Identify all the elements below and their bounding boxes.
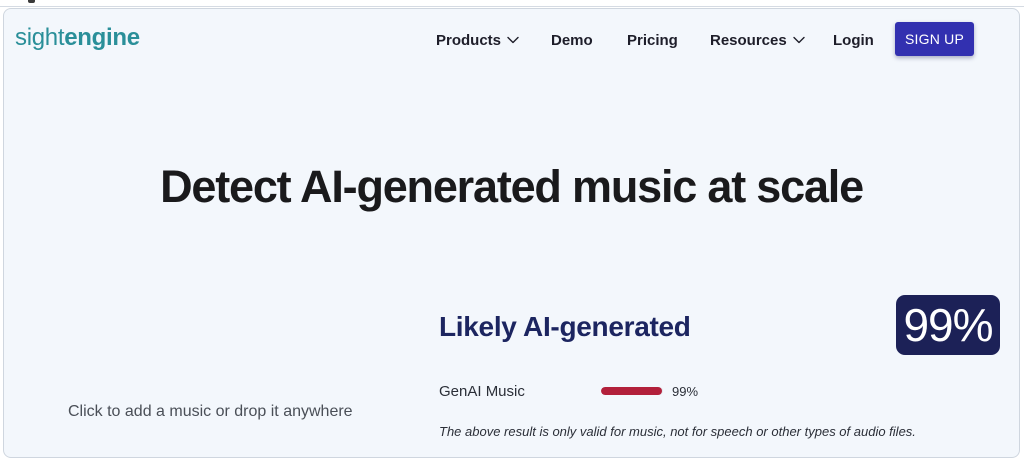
- nav-login[interactable]: Login: [833, 27, 874, 53]
- nav-pricing[interactable]: Pricing: [627, 27, 678, 53]
- sightengine-logo[interactable]: sightengine: [15, 23, 140, 53]
- nav-pricing-label: Pricing: [627, 31, 678, 49]
- tab-edge-mark: [28, 0, 35, 3]
- result-disclaimer: The above result is only valid for music…: [439, 424, 916, 439]
- chevron-down-icon: [507, 36, 519, 44]
- result-verdict: Likely AI-generated: [439, 311, 691, 342]
- page-title: Detect AI-generated music at scale: [160, 161, 864, 212]
- nav-resources-label: Resources: [710, 31, 787, 49]
- logo-text-engine: engine: [64, 24, 140, 51]
- nav-demo[interactable]: Demo: [551, 27, 593, 53]
- logo-text-sight: sight: [15, 24, 65, 51]
- signup-button[interactable]: SIGN UP: [895, 22, 974, 56]
- music-upload-dropzone[interactable]: Click to add a music or drop it anywhere: [68, 402, 353, 422]
- chevron-down-icon: [793, 36, 805, 44]
- page-frame: sightengine Products Demo Pricing Resour…: [3, 8, 1020, 458]
- nav-demo-label: Demo: [551, 31, 593, 49]
- metric-value: 99%: [672, 384, 699, 399]
- top-strip: [0, 0, 1024, 7]
- metric-label: GenAI Music: [439, 383, 525, 400]
- nav-resources[interactable]: Resources: [710, 27, 805, 53]
- nav-login-label: Login: [833, 31, 874, 49]
- score-badge: 99%: [896, 295, 1000, 355]
- metric-progress-fill: [601, 387, 663, 395]
- nav-products-label: Products: [436, 31, 502, 49]
- metric-progress-bar: [601, 387, 663, 395]
- nav-products[interactable]: Products: [436, 27, 519, 53]
